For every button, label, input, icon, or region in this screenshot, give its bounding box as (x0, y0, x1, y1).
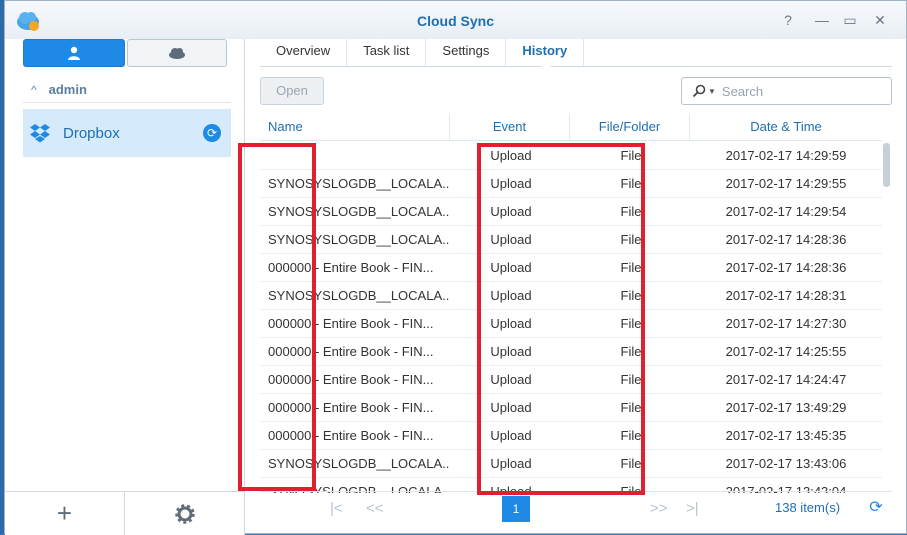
first-page-icon[interactable]: |< (330, 500, 343, 517)
cell-date-time: 2017-02-17 13:49:29 (725, 400, 847, 415)
next-page-icon[interactable]: >> (650, 500, 668, 517)
tab-settings[interactable]: Settings (426, 39, 507, 66)
maximize-icon[interactable]: ▭ (841, 11, 859, 29)
tab-history[interactable]: History (506, 39, 585, 71)
settings-button[interactable] (124, 492, 244, 535)
cell-date-time: 2017-02-17 14:29:59 (725, 148, 847, 163)
gear-icon (174, 503, 195, 524)
column-header-event[interactable]: Event (450, 113, 570, 141)
item-count: 138 item(s) (775, 500, 841, 515)
last-page-icon[interactable]: >| (686, 500, 699, 517)
search-input[interactable] (721, 83, 872, 99)
chevron-up-icon: ^ (31, 82, 37, 97)
window-title: Cloud Sync (416, 13, 494, 29)
help-icon[interactable]: ? (779, 11, 797, 29)
cell-date-time: 2017-02-17 14:28:36 (725, 260, 847, 275)
cloud-view-toggle[interactable] (127, 39, 227, 67)
search-box[interactable]: ▼ (681, 77, 892, 105)
prev-page-icon[interactable]: << (366, 500, 384, 517)
table-header: Name Event File/Folder Date & Time (260, 113, 882, 141)
column-header-date-time[interactable]: Date & Time (690, 113, 882, 141)
user-view-toggle[interactable] (23, 39, 125, 67)
sidebar-item-dropbox[interactable]: Dropbox ⟳ (23, 109, 231, 157)
open-button[interactable]: Open (260, 77, 324, 105)
cell-date-time: 2017-02-17 14:24:47 (725, 372, 847, 387)
dropbox-icon (30, 124, 50, 143)
user-icon (68, 46, 80, 60)
cell-date-time: 2017-02-17 13:45:35 (725, 428, 847, 443)
title-bar[interactable]: Cloud Sync ? — ▭ ✕ (5, 1, 906, 39)
add-icon: + (56, 498, 73, 528)
refresh-icon[interactable]: ⟳ (866, 498, 886, 518)
sync-status-icon: ⟳ (203, 124, 221, 142)
cell-date-time: 2017-02-17 14:28:36 (725, 232, 847, 247)
cell-date-time: 2017-02-17 14:27:30 (725, 316, 847, 331)
tab-bar: Overview Task list Settings History (260, 39, 892, 71)
event-column-highlight (238, 143, 316, 491)
sidebar: ^ admin Dropbox ⟳ + (5, 39, 245, 535)
cell-date-time: 2017-02-17 14:28:31 (725, 288, 847, 303)
minimize-icon[interactable]: — (813, 11, 831, 29)
search-icon (692, 84, 706, 98)
cell-date-time: 2017-02-17 14:29:55 (725, 176, 847, 191)
sidebar-footer: + (5, 491, 244, 535)
vertical-scrollbar[interactable] (883, 143, 890, 187)
cell-date-time: 2017-02-17 13:43:06 (725, 456, 847, 471)
cell-date-time: 2017-02-17 14:25:55 (725, 344, 847, 359)
search-options-dropdown-icon[interactable]: ▼ (708, 87, 716, 96)
cloud-sync-window: Cloud Sync ? — ▭ ✕ ^ admin Dropbox ⟳ + O… (4, 0, 907, 535)
account-name: admin (48, 82, 87, 97)
cloud-icon (169, 48, 185, 59)
pagination-bar: |< << 1 >> >| 138 item(s) ⟳ (260, 491, 892, 525)
date-column-highlight (477, 143, 645, 495)
tab-overview[interactable]: Overview (260, 39, 348, 66)
current-page-button[interactable]: 1 (502, 496, 530, 522)
close-icon[interactable]: ✕ (871, 11, 889, 29)
account-group-header[interactable]: ^ admin (23, 77, 231, 103)
sidebar-item-label: Dropbox (63, 124, 120, 142)
add-connection-button[interactable]: + (5, 492, 124, 535)
cell-date-time: 2017-02-17 14:29:54 (725, 204, 847, 219)
column-header-name[interactable]: Name (260, 113, 450, 141)
column-header-file-folder[interactable]: File/Folder (570, 113, 690, 141)
tab-task-list[interactable]: Task list (347, 39, 427, 66)
